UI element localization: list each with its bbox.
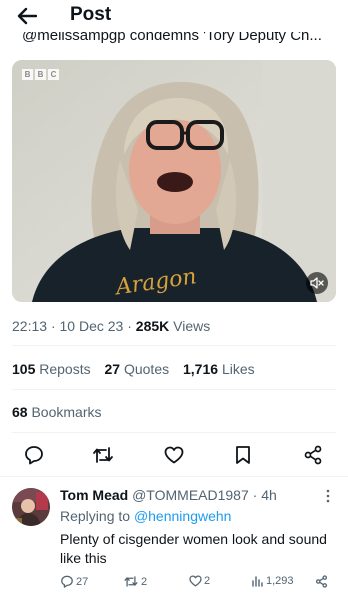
post-text: @melissampgp condemns 'Tory Deputy Ch...	[22, 32, 322, 44]
repost-icon	[124, 576, 138, 587]
volume-muted-icon	[310, 277, 324, 289]
replying-to: Replying to @henningwehn	[60, 508, 232, 524]
reply-views-button[interactable]: 1,293	[252, 575, 294, 587]
bookmark-icon	[236, 446, 250, 464]
bookmark-button[interactable]	[230, 442, 256, 468]
post-date: 10 Dec 23	[59, 318, 124, 334]
like-icon	[164, 446, 184, 464]
reply-text: Plenty of cisgender women look and sound…	[60, 531, 327, 566]
share-icon	[315, 575, 328, 588]
page-title: Post	[70, 4, 112, 25]
reply-repost-button[interactable]: 2	[123, 575, 147, 588]
reposts-stat[interactable]: 105 Reposts	[12, 361, 91, 377]
likes-stat[interactable]: 1,716 Likes	[183, 361, 255, 377]
reply-like-button[interactable]: 2	[189, 575, 210, 587]
top-bar: Post	[0, 0, 348, 32]
repost-icon	[93, 447, 113, 463]
views-label: Views	[173, 318, 211, 334]
more-vertical-icon	[326, 489, 330, 503]
reply-share-button[interactable]	[315, 575, 328, 588]
post-meta: 22:13 · 10 Dec 23 · 285K Views	[12, 318, 211, 334]
bookmarks-stat[interactable]: 68 Bookmarks	[12, 404, 102, 420]
views-count: 285K	[135, 318, 170, 334]
divider	[0, 476, 348, 477]
divider	[12, 432, 336, 433]
action-bar	[0, 442, 348, 470]
reply-post[interactable]: Tom Mead @TOMMEAD1987 · 4h Replying to @…	[0, 478, 348, 600]
arrow-left-icon	[17, 7, 37, 25]
reply-time: 4h	[261, 487, 277, 503]
more-options-button[interactable]	[322, 488, 334, 504]
share-button[interactable]	[300, 442, 326, 468]
reply-author-name[interactable]: Tom Mead	[60, 487, 128, 503]
like-icon	[189, 575, 202, 587]
like-button[interactable]	[161, 442, 187, 468]
post-time: 22:13	[12, 318, 48, 334]
reply-icon	[25, 446, 43, 465]
reply-author-handle[interactable]: @TOMMEAD1987	[132, 487, 249, 503]
divider	[12, 345, 336, 346]
avatar[interactable]	[12, 488, 50, 526]
reply-button[interactable]	[21, 442, 47, 468]
repost-button[interactable]	[90, 442, 116, 468]
back-button[interactable]	[14, 3, 40, 29]
shirt-print-text: Aragon	[112, 264, 198, 300]
share-icon	[304, 445, 322, 465]
replying-to-mention[interactable]: @henningwehn	[134, 508, 232, 524]
engagement-stats: 105 Reposts 27 Quotes 1,716 Likes	[12, 361, 265, 377]
video-player[interactable]: B B C Aragon	[12, 60, 336, 302]
divider	[12, 389, 336, 390]
reply-header: Tom Mead @TOMMEAD1987 · 4h	[60, 487, 277, 503]
reply-action-bar: 27 2 2 1,293	[0, 575, 348, 591]
avatar-image	[12, 488, 50, 526]
views-icon	[252, 576, 263, 587]
quotes-stat[interactable]: 27 Quotes	[105, 361, 170, 377]
bbc-logo: B B C	[22, 69, 59, 80]
mute-button[interactable]	[306, 272, 328, 294]
reply-icon	[61, 575, 73, 588]
svg-text:Aragon: Aragon	[112, 264, 198, 300]
reply-reply-button[interactable]: 27	[60, 575, 88, 588]
